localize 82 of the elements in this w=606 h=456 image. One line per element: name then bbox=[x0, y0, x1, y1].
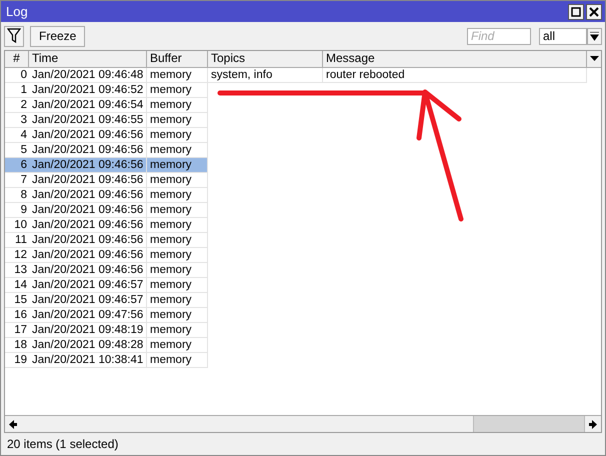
table-cell: system, info bbox=[208, 68, 323, 83]
column-header[interactable]: Topics bbox=[208, 51, 323, 67]
table-cell: memory bbox=[147, 173, 208, 188]
table-cell: Jan/20/2021 09:46:56 bbox=[29, 173, 147, 188]
table-cell: Jan/20/2021 09:46:56 bbox=[29, 218, 147, 233]
table-cell: 18 bbox=[5, 338, 29, 353]
table-cell: memory bbox=[147, 248, 208, 263]
table-cell: 6 bbox=[5, 158, 29, 173]
table-cell: memory bbox=[147, 188, 208, 203]
column-header[interactable]: Time bbox=[29, 51, 147, 67]
close-icon bbox=[589, 6, 599, 16]
dropdown-button[interactable] bbox=[587, 28, 602, 44]
table-cell: 17 bbox=[5, 323, 29, 338]
table-cell: 2 bbox=[5, 98, 29, 113]
table-cell: Jan/20/2021 09:46:56 bbox=[29, 248, 147, 263]
table-cell: memory bbox=[147, 68, 208, 83]
table-cell: memory bbox=[147, 323, 208, 338]
table-cell: 12 bbox=[5, 248, 29, 263]
scroll-thumb[interactable] bbox=[473, 416, 585, 432]
column-header[interactable]: # bbox=[5, 51, 29, 67]
table-cell: Jan/20/2021 09:46:56 bbox=[29, 158, 147, 173]
table-cell: memory bbox=[147, 203, 208, 218]
table-cell: Jan/20/2021 09:46:57 bbox=[29, 278, 147, 293]
dropdown-arrow-icon bbox=[590, 32, 599, 40]
table-cell: Jan/20/2021 09:47:56 bbox=[29, 308, 147, 323]
table-cell: 1 bbox=[5, 83, 29, 98]
table-cell: Jan/20/2021 09:46:52 bbox=[29, 83, 147, 98]
table-cell: 15 bbox=[5, 293, 29, 308]
table-cell: memory bbox=[147, 233, 208, 248]
table-cell: 7 bbox=[5, 173, 29, 188]
table-cell: 14 bbox=[5, 278, 29, 293]
table-cell: memory bbox=[147, 128, 208, 143]
table-cell: Jan/20/2021 09:46:54 bbox=[29, 98, 147, 113]
maximize-icon bbox=[571, 6, 581, 16]
left-arrow-icon bbox=[9, 420, 17, 428]
table-cell: memory bbox=[147, 83, 208, 98]
maximize-button[interactable] bbox=[568, 4, 584, 20]
table-cell: 3 bbox=[5, 113, 29, 128]
table-cell: 0 bbox=[5, 68, 29, 83]
table-cell: 8 bbox=[5, 188, 29, 203]
table-cell: Jan/20/2021 09:46:56 bbox=[29, 203, 147, 218]
table-cell: 19 bbox=[5, 353, 29, 368]
window-title: Log bbox=[6, 4, 29, 19]
column-header[interactable]: Message bbox=[323, 51, 587, 67]
table-cell: memory bbox=[147, 293, 208, 308]
freeze-button[interactable]: Freeze bbox=[30, 26, 86, 46]
table-cell: memory bbox=[147, 98, 208, 113]
right-arrow-icon bbox=[589, 420, 597, 428]
table-cell: 11 bbox=[5, 233, 29, 248]
table-cell: memory bbox=[147, 308, 208, 323]
horizontal-scrollbar[interactable] bbox=[5, 415, 601, 432]
table-cell: memory bbox=[147, 113, 208, 128]
table-cell: memory bbox=[147, 218, 208, 233]
status-text: 20 items (1 selected) bbox=[6, 436, 120, 453]
close-button[interactable] bbox=[586, 4, 602, 20]
column-header[interactable]: Buffer bbox=[147, 51, 208, 67]
filter-button[interactable] bbox=[4, 26, 24, 46]
filter-icon bbox=[7, 28, 21, 44]
table-cell: 4 bbox=[5, 128, 29, 143]
table-cell: 10 bbox=[5, 218, 29, 233]
table-cell: 9 bbox=[5, 203, 29, 218]
table-cell: Jan/20/2021 09:46:55 bbox=[29, 113, 147, 128]
table-cell: Jan/20/2021 09:46:56 bbox=[29, 188, 147, 203]
table-cell: 16 bbox=[5, 308, 29, 323]
dropdown-arrow-icon bbox=[590, 56, 599, 62]
table-cell: router rebooted bbox=[323, 68, 587, 83]
table-cell: memory bbox=[147, 338, 208, 353]
table-cell: Jan/20/2021 10:38:41 bbox=[29, 353, 147, 368]
table-cell: Jan/20/2021 09:46:48 bbox=[29, 68, 147, 83]
table-cell: Jan/20/2021 09:48:19 bbox=[29, 323, 147, 338]
table-cell: memory bbox=[147, 158, 208, 173]
table-cell: memory bbox=[147, 263, 208, 278]
table-cell: Jan/20/2021 09:46:57 bbox=[29, 293, 147, 308]
table-cell: Jan/20/2021 09:48:28 bbox=[29, 338, 147, 353]
table-cell: 13 bbox=[5, 263, 29, 278]
table-cell: memory bbox=[147, 278, 208, 293]
find-field[interactable]: Find bbox=[467, 28, 531, 44]
table-cell: memory bbox=[147, 353, 208, 368]
buffer-select[interactable]: all bbox=[539, 28, 587, 44]
table-cell: Jan/20/2021 09:46:56 bbox=[29, 128, 147, 143]
table-cell: Jan/20/2021 09:46:56 bbox=[29, 233, 147, 248]
table-cell: Jan/20/2021 09:46:56 bbox=[29, 263, 147, 278]
